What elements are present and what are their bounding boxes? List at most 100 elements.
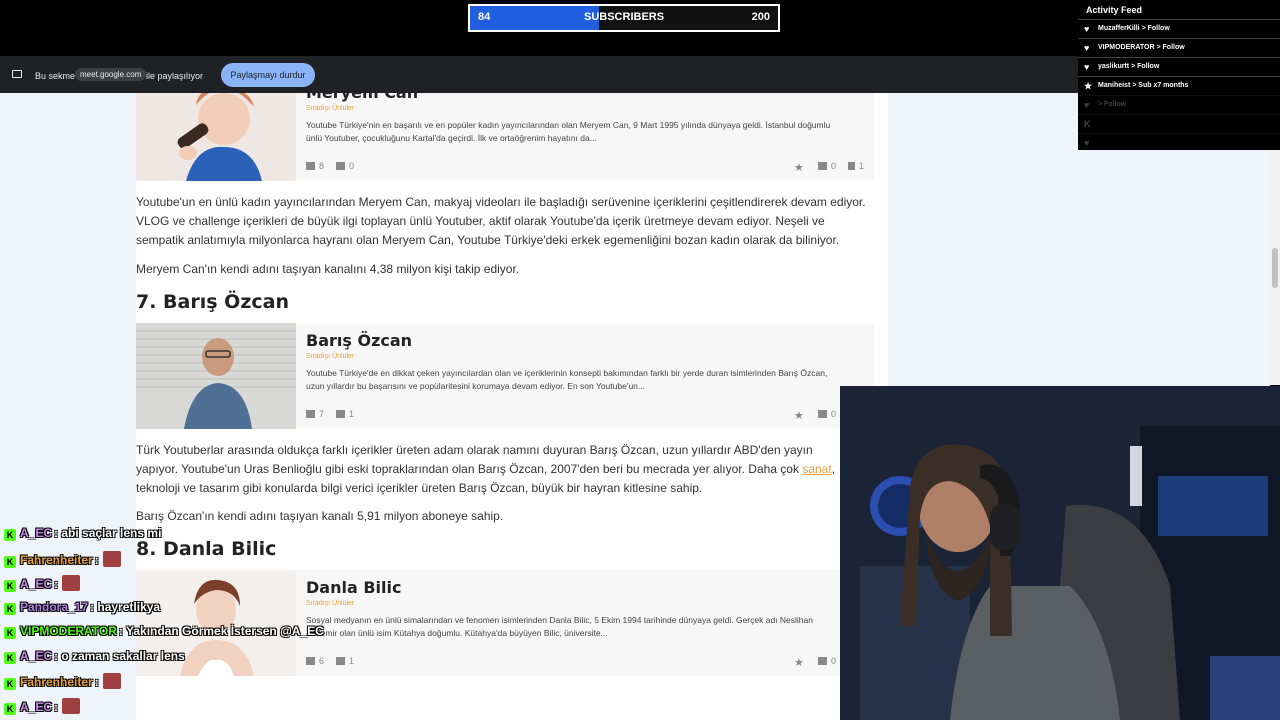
- chat-username[interactable]: A_EC: [20, 649, 52, 663]
- comment-count[interactable]: 0: [818, 161, 836, 171]
- chat-message: K Fahrenheiter:: [4, 550, 121, 573]
- chat-text: : Yakından Görmek İstersen @A_EC: [118, 624, 324, 638]
- chat-message: K Fahrenheiter:: [4, 673, 121, 695]
- activity-feed-title: Activity Feed: [1086, 5, 1143, 15]
- stop-sharing-button[interactable]: Paylaşmayı durdur: [221, 63, 315, 87]
- activity-feed-item: ♥ MuzafferKilli > Follow: [1078, 19, 1280, 37]
- chat-emote-icon: [102, 673, 121, 689]
- star-icon: ★: [794, 410, 804, 422]
- chat-message: K Pandora_17: hayretlikya: [4, 600, 160, 622]
- chat-username[interactable]: Fahrenheiter: [20, 675, 93, 689]
- celebrity-card-baris[interactable]: Barış Özcan Sıradışı Ünlüler Youtube Tür…: [136, 323, 874, 429]
- thumbs-down-icon: [336, 162, 345, 170]
- activity-action: > Follow: [1141, 25, 1170, 32]
- celebrity-card-meryem[interactable]: Meryem Can Sıradışı Ünlüler Youtube Türk…: [136, 93, 874, 181]
- activity-feed-item: ★ Maniheist > Sub x7 months: [1078, 76, 1280, 94]
- kick-badge-icon: K: [4, 702, 16, 715]
- paragraph: Barış Özcan'ın kendi adını taşıyan kanal…: [136, 509, 504, 523]
- favorite-button[interactable]: ★: [794, 656, 804, 669]
- activity-user: VIPMODERATOR: [1098, 44, 1155, 51]
- activity-user: Maniheist: [1098, 82, 1131, 89]
- meryem-photo: [136, 93, 296, 181]
- activity-feed-item: ♥ yaslikurtt > Follow: [1078, 57, 1280, 75]
- card-description: Youtube Türkiye'de en dikkat çeken yayın…: [306, 368, 828, 391]
- chat-text: : hayretlikya: [90, 599, 161, 614]
- activity-feed-item: ♥ > Follow: [1078, 95, 1280, 113]
- share-domain: meet.google.com: [75, 68, 147, 81]
- activity-action: > Follow: [1131, 63, 1160, 70]
- live-chat: K A_EC: abi saçlar lens mi K Fahrenheiter: K…: [0, 526, 340, 720]
- comment-count[interactable]: 0: [818, 409, 836, 419]
- kick-badge-icon: K: [4, 555, 16, 568]
- card-name[interactable]: Meryem Can: [306, 93, 418, 102]
- comment-icon: [818, 657, 827, 665]
- activity-action: > Sub x7 months: [1132, 82, 1189, 89]
- star-icon: ★: [1084, 81, 1093, 91]
- heart-icon: ♥: [1084, 24, 1090, 34]
- card-name[interactable]: Barış Özcan: [306, 331, 412, 350]
- chat-message: K VIPMODERATOR: Yakından Görmek İstersen …: [4, 624, 324, 646]
- comment-icon: [818, 410, 827, 418]
- star-icon: ★: [794, 657, 804, 669]
- chat-username[interactable]: A_EC: [20, 526, 52, 540]
- bookmark-icon: [848, 162, 855, 170]
- chat-emote-icon: [102, 550, 121, 567]
- heart-icon: ♥: [1084, 62, 1090, 72]
- thumbs-up-icon: [306, 410, 315, 418]
- like-count[interactable]: 7: [306, 409, 324, 419]
- activity-feed-item: ♥ VIPMODERATOR > Follow: [1078, 38, 1280, 56]
- subscriber-count: 84: [478, 11, 491, 23]
- card-description: Youtube Türkiye'nin en başarılı ve en po…: [306, 120, 831, 143]
- share-prefix: Bu sekme: [35, 71, 76, 81]
- kick-badge-icon: K: [4, 678, 16, 690]
- bookmark-count[interactable]: 1: [848, 161, 864, 171]
- chat-username[interactable]: Fahrenheiter: [20, 553, 93, 567]
- heart-icon: ♥: [1084, 138, 1090, 148]
- chat-username[interactable]: Pandora_17: [20, 600, 88, 614]
- screen-share-icon: [12, 70, 22, 78]
- activity-feed-item: K: [1078, 114, 1280, 132]
- kick-badge-icon: K: [4, 529, 16, 541]
- paragraph: Türk Youtuberlar arasında oldukça farklı…: [136, 443, 836, 495]
- subscriber-goal-bar: 84 SUBSCRIBERS 200: [468, 4, 780, 32]
- activity-feed: Activity Feed ♥ MuzafferKilli > Follow ♥ VI…: [1078, 0, 1280, 150]
- dislike-count[interactable]: 0: [336, 161, 354, 171]
- paragraph: Youtube'un en ünlü kadın yayıncılarından…: [136, 195, 866, 247]
- paragraph: Meryem Can'ın kendi adını taşıyan kanalı…: [136, 262, 520, 276]
- activity-user: MuzafferKilli: [1098, 25, 1140, 32]
- baris-photo: [136, 323, 296, 429]
- chat-text: : abi saçlar lens mi: [54, 526, 162, 540]
- chat-username[interactable]: A_EC: [20, 700, 52, 714]
- kick-badge-icon: K: [4, 580, 16, 592]
- chat-text: :: [54, 577, 59, 591]
- card-category[interactable]: Sıradışı Ünlüler: [306, 105, 354, 112]
- like-count[interactable]: 8: [306, 161, 324, 171]
- chat-message: K A_EC:: [4, 575, 81, 597]
- sanat-link[interactable]: sanat: [802, 462, 831, 476]
- comment-count[interactable]: 0: [818, 656, 836, 666]
- chat-username[interactable]: VIPMODERATOR: [20, 624, 117, 638]
- section-heading: 7. Barış Özcan: [136, 291, 289, 313]
- subscriber-goal: 200: [751, 11, 770, 23]
- chat-username[interactable]: A_EC: [20, 577, 52, 591]
- comment-icon: [818, 162, 827, 170]
- favorite-button[interactable]: ★: [794, 161, 804, 174]
- chat-text: :: [94, 675, 99, 689]
- thumbs-down-icon: [336, 410, 345, 418]
- subscriber-label: SUBSCRIBERS: [584, 11, 665, 23]
- card-category[interactable]: Sıradışı Ünlüler: [306, 353, 354, 360]
- activity-user: yaslikurtt: [1098, 63, 1130, 70]
- card-description: Sosyal medyanın en ünlü simalarından ve …: [306, 615, 813, 638]
- heart-icon: ♥: [1084, 43, 1090, 53]
- chat-message: K A_EC: o zaman sakallar lens: [4, 649, 185, 671]
- dislike-count[interactable]: 1: [336, 409, 354, 419]
- kick-badge-icon: K: [4, 627, 16, 639]
- chat-emote-icon: [62, 697, 81, 714]
- favorite-button[interactable]: ★: [794, 409, 804, 422]
- kick-badge-icon: K: [4, 651, 16, 664]
- chat-message: K A_EC: abi saçlar lens mi: [4, 526, 161, 548]
- scrollbar-thumb[interactable]: [1272, 248, 1278, 288]
- star-icon: ★: [794, 162, 804, 174]
- kick-icon: K: [1084, 119, 1091, 129]
- tab-share-bar: Bu sekme meet.google.com ile paylaşılıyo…: [0, 56, 1080, 93]
